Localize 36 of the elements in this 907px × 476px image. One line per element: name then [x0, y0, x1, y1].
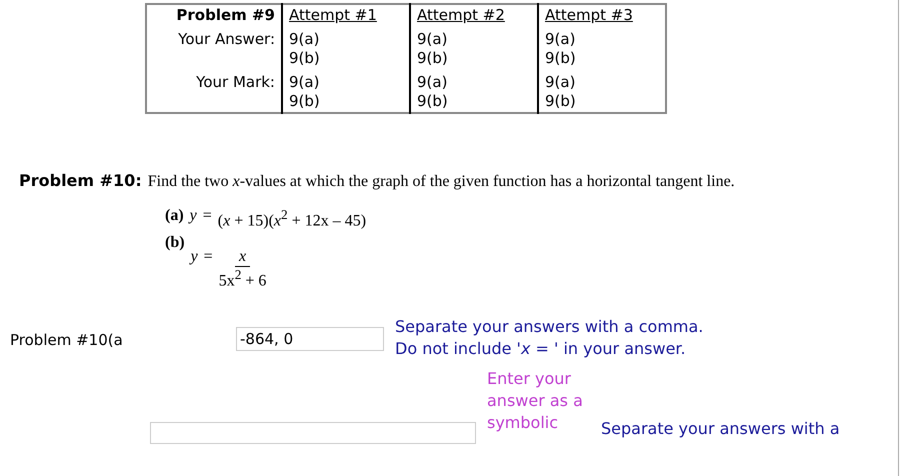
answer-hint: Do not include 'x = ' in your answer.	[395, 338, 687, 360]
problem-instruction: Find the two x-values at which the graph of the given function has a horizontal tangent line.	[148, 173, 735, 191]
attempt-link[interactable]: Attempt #2	[417, 6, 505, 24]
mark-cell-text: 9(b)	[289, 92, 321, 111]
answer-label: Problem #10(a	[10, 330, 124, 349]
mark-cell-text: 9(a)	[289, 73, 320, 92]
problem-title: Problem #10:	[19, 171, 142, 190]
row-label: Your Mark:	[146, 69, 282, 113]
equals-sign: =	[202, 207, 212, 225]
fraction-denominator: 5x$^{2}$ + 6	[218, 267, 266, 291]
answer-cell-text: 9(b)	[417, 49, 449, 68]
answer-hint: Separate your answers with a comma.	[395, 316, 704, 338]
part-label: (a)	[165, 207, 184, 225]
mark-cell-text: 9(b)	[545, 92, 577, 111]
equation-lhs: y	[190, 207, 197, 225]
entry-note: Enter your answer as a symbolic	[487, 368, 584, 434]
answer-hint: Separate your answers with a	[601, 418, 840, 440]
equation-rhs: (x + 15)(x$^{2}$ + 12x – 45)	[218, 207, 366, 230]
answer-cell-text: 9(a)	[289, 30, 320, 49]
equals-sign: =	[204, 248, 213, 266]
answer-cell-text: 9(a)	[545, 30, 576, 49]
mark-cell-text: 9(a)	[545, 73, 576, 92]
part-label: (b)	[165, 234, 185, 252]
answer-cell-text: 9(b)	[545, 49, 577, 68]
mark-cell-text: 9(b)	[417, 92, 449, 111]
equation-lhs: y	[190, 248, 198, 266]
answer-field[interactable]: -864, 0	[236, 326, 384, 351]
table-title: Problem #9	[146, 4, 282, 26]
attempt-link[interactable]: Attempt #3	[545, 6, 633, 24]
answer-cell-text: 9(b)	[289, 49, 321, 68]
attempt-link[interactable]: Attempt #1	[289, 6, 377, 24]
mark-cell-text: 9(a)	[417, 73, 448, 92]
row-label: Your Answer:	[146, 26, 282, 69]
answer-field[interactable]	[150, 422, 476, 444]
answer-cell-text: 9(a)	[417, 30, 448, 49]
fraction-numerator: x	[235, 248, 250, 268]
